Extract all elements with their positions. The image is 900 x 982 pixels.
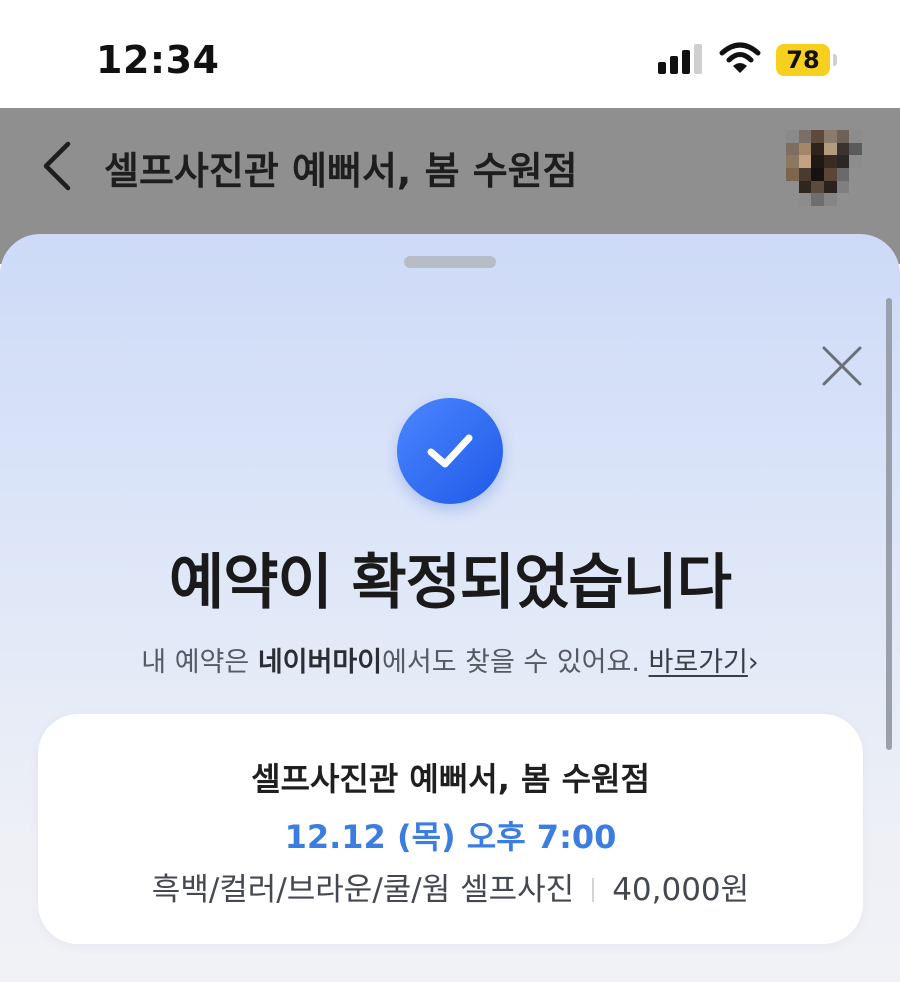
reservation-datetime: 12.12 (목) 오후 7:00 bbox=[284, 818, 617, 856]
confirmation-sheet: 예약이 확정되었습니다 내 예약은 네이버마이에서도 찾을 수 있어요. 바로가… bbox=[0, 234, 900, 982]
info-prefix: 내 예약은 bbox=[141, 647, 258, 678]
chevron-left-icon bbox=[43, 141, 71, 191]
sheet-drag-handle[interactable] bbox=[404, 256, 496, 268]
reservation-store-name: 셀프사진관 예뻐서, 봄 수원점 bbox=[251, 760, 650, 798]
reservation-detail: 흑백/컬러/브라운/쿨/웜 셀프사진 40,000원 bbox=[38, 864, 863, 909]
page-header: 셀프사진관 예뻐서, 봄 수원점 bbox=[0, 108, 900, 224]
divider bbox=[592, 878, 595, 902]
status-bar: 12:34 78 bbox=[0, 0, 900, 108]
reservation-card: 셀프사진관 예뻐서, 봄 수원점 12.12 (목) 오후 7:00 흑백/컬러… bbox=[38, 714, 863, 944]
scrollbar[interactable] bbox=[886, 298, 892, 750]
info-suffix: 에서도 찾을 수 있어요. bbox=[382, 647, 640, 678]
battery-level: 78 bbox=[776, 44, 830, 76]
wifi-icon bbox=[718, 40, 762, 76]
battery-icon: 78 bbox=[776, 44, 838, 76]
confirmation-title: 예약이 확정되었습니다 bbox=[169, 548, 732, 618]
check-icon bbox=[427, 434, 473, 468]
naver-my-label: 네이버마이 bbox=[257, 647, 383, 678]
chevron-right-icon: › bbox=[747, 647, 759, 678]
reservation-price: 40,000원 bbox=[612, 872, 750, 908]
cellular-signal-icon bbox=[658, 44, 704, 74]
reservation-product: 흑백/컬러/브라운/쿨/웜 셀프사진 bbox=[151, 872, 575, 908]
status-time: 12:34 bbox=[96, 38, 220, 82]
close-button[interactable] bbox=[818, 342, 866, 390]
screen: 12:34 78 셀프사진관 예뻐서, 봄 수원점 예약이 확정되었습니다 내 … bbox=[0, 0, 900, 982]
naver-my-info: 내 예약은 네이버마이에서도 찾을 수 있어요. 바로가기› bbox=[0, 640, 900, 679]
battery-tip bbox=[833, 54, 837, 66]
close-icon bbox=[822, 346, 862, 386]
avatar[interactable] bbox=[786, 130, 862, 206]
page-title: 셀프사진관 예뻐서, 봄 수원점 bbox=[104, 149, 578, 193]
check-circle-icon bbox=[397, 398, 503, 504]
go-now-link[interactable]: 바로가기 bbox=[649, 647, 748, 678]
back-button[interactable] bbox=[36, 138, 80, 194]
